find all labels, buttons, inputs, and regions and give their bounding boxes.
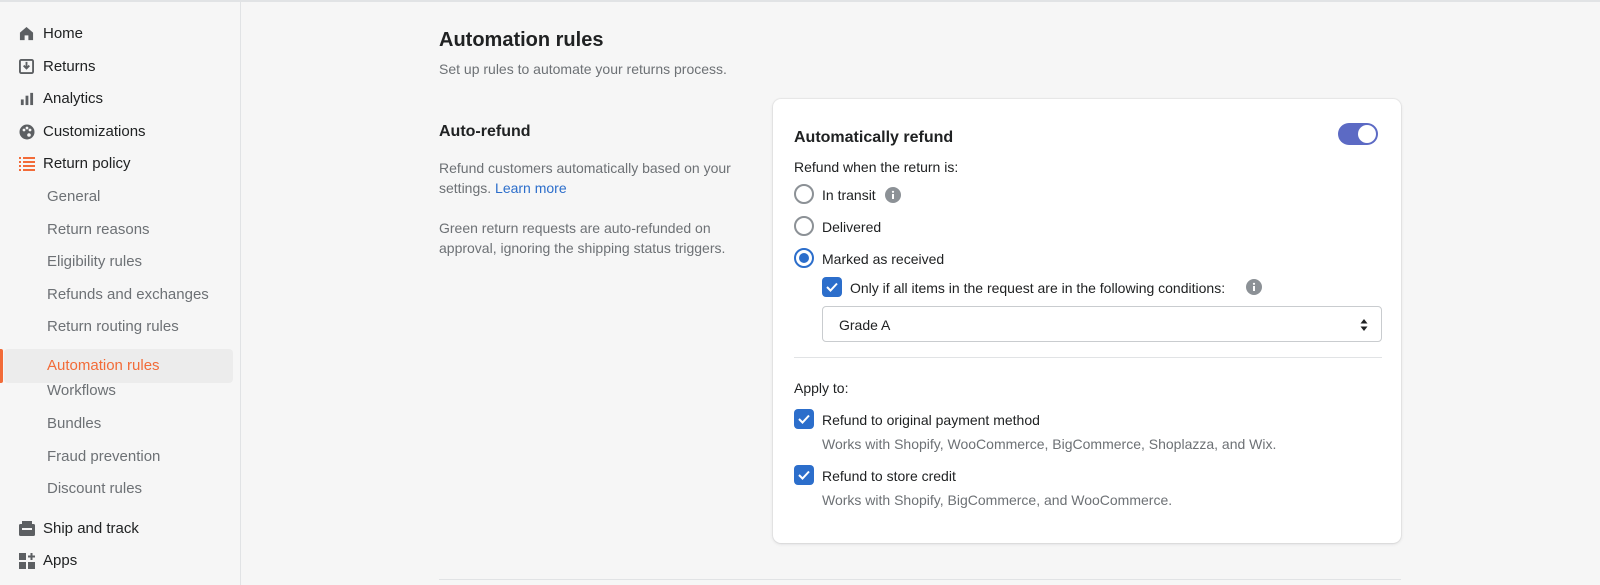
section-title: Auto-refund	[439, 123, 531, 140]
info-icon[interactable]	[1246, 279, 1262, 295]
refund-original-payment-label: Refund to original payment method	[822, 412, 1040, 428]
sidebar-item-apps[interactable]: Apps	[0, 544, 241, 577]
sidebar-subitem-return-reasons[interactable]: Return reasons	[0, 213, 241, 246]
checkmark-icon	[798, 414, 810, 424]
refund-original-payment-help: Works with Shopify, WooCommerce, BigComm…	[822, 436, 1277, 452]
radio-delivered[interactable]	[794, 216, 814, 236]
sidebar-item-home[interactable]: Home	[0, 17, 241, 50]
sidebar-item-label: Analytics	[43, 90, 104, 107]
divider	[794, 357, 1382, 358]
radio-marked-as-received[interactable]	[794, 248, 814, 268]
condition-select[interactable]: Grade A	[822, 306, 1382, 342]
sidebar-item-return-policy[interactable]: Return policy	[0, 147, 241, 180]
sidebar-subitem-label: Refunds and exchanges	[47, 286, 209, 303]
refund-store-credit-help: Works with Shopify, BigCommerce, and Woo…	[822, 492, 1173, 508]
page-subtitle: Set up rules to automate your returns pr…	[439, 61, 727, 77]
auto-refund-toggle[interactable]	[1338, 123, 1378, 145]
checkmark-icon	[798, 470, 810, 480]
condition-label: Only if all items in the request are in …	[850, 280, 1226, 296]
list-icon	[18, 155, 35, 172]
section-note: Green return requests are auto-refunded …	[439, 220, 726, 256]
section-description: Refund customers automatically based on …	[439, 158, 739, 198]
sidebar-subitem-label: Return reasons	[47, 221, 150, 238]
sidebar-item-analytics[interactable]: Analytics	[0, 82, 241, 115]
sidebar-subitem-label: Automation rules	[47, 357, 160, 374]
sidebar-subitem-label: Bundles	[47, 415, 102, 432]
sidebar-item-label: Customizations	[43, 123, 146, 140]
sidebar-subitem-general[interactable]: General	[0, 180, 241, 213]
sidebar-subitem-label: Workflows	[47, 382, 116, 399]
section-divider	[439, 579, 1401, 580]
sidebar-subitem-label: Eligibility rules	[47, 253, 143, 270]
sidebar: Home Returns Analytics Customizations Re…	[0, 2, 241, 585]
sidebar-item-label: Returns	[43, 58, 96, 75]
apps-icon	[18, 552, 35, 569]
sidebar-subitem-return-routing-rules[interactable]: Return routing rules	[0, 310, 241, 343]
refund-original-payment-checkbox[interactable]	[794, 409, 814, 429]
home-icon	[18, 25, 35, 42]
sidebar-item-label: Return policy	[43, 155, 131, 172]
analytics-icon	[18, 90, 35, 107]
sidebar-subitem-label: Return routing rules	[47, 318, 179, 335]
sidebar-item-customizations[interactable]: Customizations	[0, 115, 241, 148]
sidebar-item-label: Apps	[43, 552, 78, 569]
refund-when-label: Refund when the return is:	[794, 159, 959, 175]
learn-more-link[interactable]: Learn more	[495, 180, 567, 196]
radio-in-transit-label: In transit	[822, 187, 876, 203]
auto-refund-card: Automatically refund Refund when the ret…	[773, 99, 1401, 543]
select-arrows-icon	[1359, 318, 1369, 332]
main-content: Automation rules Set up rules to automat…	[241, 2, 1600, 585]
sidebar-item-label: Home	[43, 25, 84, 42]
palette-icon	[18, 123, 35, 140]
sidebar-item-ship-and-track[interactable]: Ship and track	[0, 512, 241, 545]
shipping-icon	[18, 520, 35, 537]
sidebar-subitem-workflows[interactable]: Workflows	[0, 374, 241, 407]
returns-icon	[18, 58, 35, 75]
sidebar-subitem-label: Fraud prevention	[47, 448, 161, 465]
radio-delivered-label: Delivered	[822, 219, 882, 235]
refund-store-credit-label: Refund to store credit	[822, 468, 956, 484]
refund-store-credit-checkbox[interactable]	[794, 465, 814, 485]
sidebar-subitem-fraud-prevention[interactable]: Fraud prevention	[0, 440, 241, 473]
sidebar-subitem-refunds-and-exchanges[interactable]: Refunds and exchanges	[0, 278, 241, 311]
sidebar-subitem-eligibility-rules[interactable]: Eligibility rules	[0, 245, 241, 278]
condition-checkbox[interactable]	[822, 277, 842, 297]
condition-select-value: Grade A	[839, 317, 891, 333]
section-description-text: Refund customers automatically based on …	[439, 160, 731, 196]
info-icon[interactable]	[885, 187, 901, 203]
sidebar-subitem-label: Discount rules	[47, 480, 143, 497]
page-title: Automation rules	[439, 29, 604, 51]
radio-in-transit[interactable]	[794, 184, 814, 204]
radio-marked-as-received-label: Marked as received	[822, 251, 945, 267]
sidebar-subitem-label: General	[47, 188, 101, 205]
checkmark-icon	[826, 282, 838, 292]
sidebar-item-label: Ship and track	[43, 520, 139, 537]
sidebar-subitem-bundles[interactable]: Bundles	[0, 407, 241, 440]
sidebar-subitem-discount-rules[interactable]: Discount rules	[0, 472, 241, 505]
sidebar-item-returns[interactable]: Returns	[0, 50, 241, 83]
apply-to-label: Apply to:	[794, 380, 849, 396]
toggle-knob	[1358, 125, 1376, 143]
card-title: Automatically refund	[794, 129, 954, 146]
